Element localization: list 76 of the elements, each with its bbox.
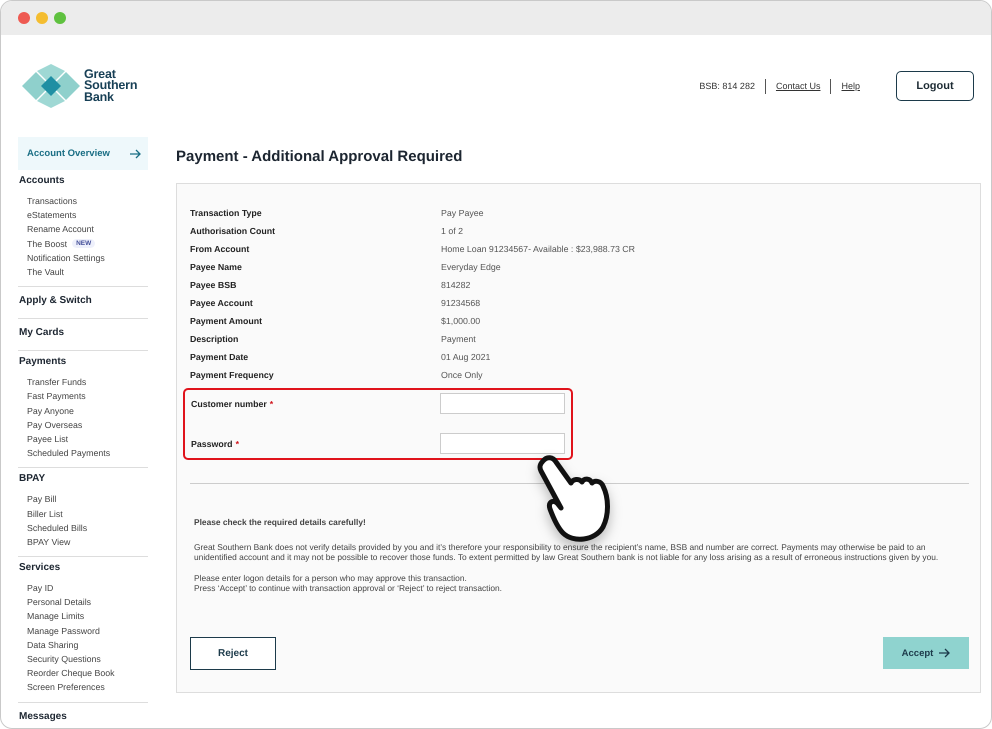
logout-button[interactable]: Logout — [896, 71, 974, 101]
page-title: Payment - Additional Approval Required — [176, 148, 464, 166]
sidebar-item[interactable]: Payee List — [27, 434, 68, 444]
detail-label: Payee Account — [190, 297, 254, 310]
input-field[interactable] — [440, 393, 565, 414]
detail-label: Payment Frequency — [190, 369, 275, 382]
detail-value: Payment — [441, 333, 477, 346]
detail-label: From Account — [190, 243, 250, 256]
sidebar-item[interactable]: Pay Overseas — [27, 420, 82, 430]
sidebar-item[interactable]: eStatements — [27, 210, 76, 220]
field-label: Customer number — [191, 398, 267, 408]
sidebar-item[interactable]: Manage Limits — [27, 611, 84, 622]
sidebar-item[interactable]: The Vault — [27, 267, 64, 278]
detail-label: Transaction Type — [190, 207, 263, 220]
bsb-number: BSB: 814 282 — [699, 81, 755, 91]
logo-icon — [22, 64, 80, 108]
sidebar-heading[interactable]: My Cards — [19, 327, 148, 340]
brand-name: Great Southern Bank — [84, 68, 138, 104]
detail-value: 91234568 — [441, 297, 482, 310]
sidebar-heading[interactable]: Payments — [19, 356, 148, 370]
sidebar-item[interactable]: The Boost — [27, 238, 68, 249]
sidebar-item[interactable]: BPAY View — [27, 536, 70, 547]
account-overview-link[interactable]: Account Overview — [18, 137, 148, 170]
minimize-icon[interactable] — [36, 12, 48, 24]
sidebar-heading[interactable]: BPAY — [19, 473, 148, 486]
detail-value: 01 Aug 2021 — [441, 351, 492, 364]
detail-value: Once Only — [441, 369, 484, 382]
detail-label: Payee Name — [190, 261, 243, 274]
sidebar-item[interactable]: Pay ID — [27, 583, 54, 594]
sidebar-item[interactable]: Transfer Funds — [27, 377, 86, 388]
instruction-text: Press ‘Accept’ to continue with transaction approval or ‘Reject’ to reject transaction. — [194, 583, 504, 593]
detail-value: Pay Payee — [441, 207, 485, 220]
arrow-right-icon — [939, 648, 950, 658]
sidebar-item[interactable]: Pay Bill — [27, 494, 56, 504]
sidebar-heading[interactable]: Messages — [19, 710, 148, 724]
detail-label: Authorisation Count — [190, 225, 276, 238]
detail-value: 814282 — [441, 279, 472, 292]
sidebar-item[interactable]: Security Questions — [27, 654, 101, 664]
sidebar-item[interactable]: Transactions — [27, 196, 78, 206]
sidebar-item[interactable]: Rename Account — [27, 224, 94, 234]
sidebar-item[interactable]: Data Sharing — [27, 640, 78, 650]
accept-button[interactable]: Accept — [883, 637, 969, 669]
reject-button[interactable]: Reject — [190, 637, 276, 670]
sidebar-item[interactable]: Scheduled Payments — [27, 448, 110, 458]
sidebar-item[interactable]: Manage Password — [27, 626, 100, 636]
sidebar-heading[interactable]: Accounts — [19, 175, 148, 188]
detail-label: Description — [190, 333, 240, 346]
sidebar-item[interactable]: Biller List — [27, 508, 63, 519]
sidebar-item[interactable]: Reorder Cheque Book — [27, 668, 115, 678]
detail-label: Payment Date — [190, 351, 250, 364]
sidebar-item[interactable]: Fast Payments — [27, 391, 86, 402]
detail-value: Everyday Edge — [441, 261, 502, 274]
contact-link[interactable]: Contact Us — [776, 81, 820, 91]
sidebar-heading[interactable]: Apply & Switch — [19, 295, 148, 308]
sidebar-item[interactable]: Screen Preferences — [27, 682, 105, 692]
required-marker: * — [236, 438, 239, 448]
input-field[interactable] — [440, 433, 565, 454]
disclaimer-text: Great Southern Bank does not verify details provided by you and it’s therefore your responsibility to ensure the recipient’s name, BSB and number are correct. Payments may otherwise be paid to an unidentified account and it may not be possible to recover those funds. To extent permitted by law Great Southern bank is not liable for any loss arising as a result of erroneous instructions given by you. — [194, 542, 940, 562]
detail-value: 1 of 2 — [441, 225, 464, 238]
close-icon[interactable] — [18, 12, 30, 24]
notice-heading: Please check the required details carefully! — [194, 517, 367, 527]
instruction-text: Please enter logon details for a person who may approve this transaction. — [194, 573, 468, 583]
sidebar-item[interactable]: Pay Anyone — [27, 406, 74, 416]
detail-value: $1,000.00 — [441, 315, 482, 328]
detail-label: Payee BSB — [190, 279, 238, 292]
sidebar-item[interactable]: Personal Details — [27, 597, 92, 608]
sidebar-item[interactable]: Scheduled Bills — [27, 522, 88, 533]
detail-label: Payment Amount — [190, 315, 264, 328]
sidebar-heading[interactable]: Services — [19, 562, 148, 575]
maximize-icon[interactable] — [54, 12, 66, 24]
sidebar-item[interactable]: Notification Settings — [27, 252, 105, 263]
arrow-right-icon — [130, 148, 141, 158]
help-link[interactable]: Help — [841, 81, 860, 91]
required-marker: * — [270, 398, 274, 408]
field-label: Password — [191, 438, 233, 448]
detail-value: Home Loan 91234567- Available : $23,988.73 CR — [441, 243, 636, 256]
